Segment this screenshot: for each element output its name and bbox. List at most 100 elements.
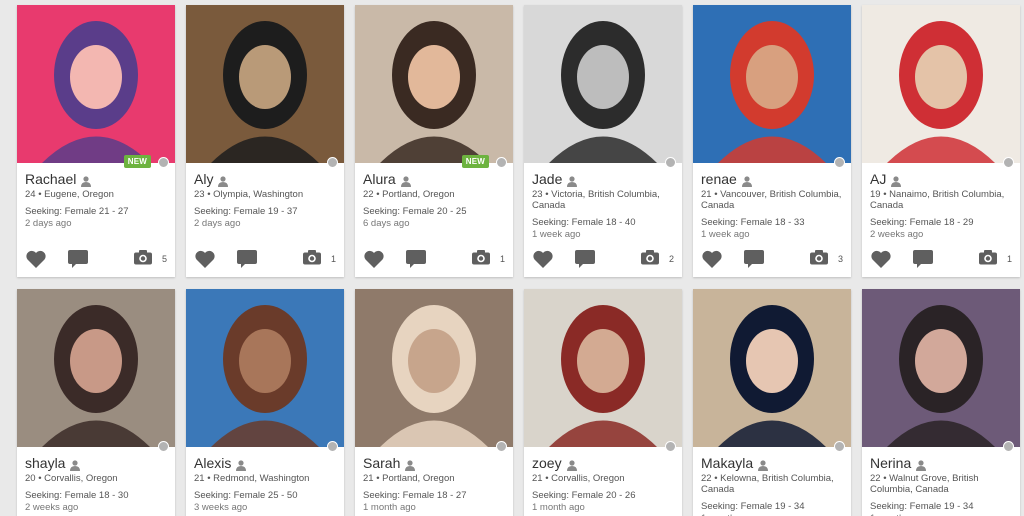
profile-name[interactable]: Alura bbox=[363, 171, 396, 187]
profile-photo[interactable] bbox=[524, 289, 682, 447]
card-actions: 3 bbox=[701, 249, 843, 269]
profile-name[interactable]: shayla bbox=[25, 455, 65, 471]
online-status-dot bbox=[834, 441, 845, 452]
profile-photo[interactable] bbox=[862, 289, 1020, 447]
profile-seeking: Seeking: Female 19 - 34 bbox=[870, 501, 974, 512]
profile-info: Aly 23 • Olympia, Washington Seeking: Fe… bbox=[194, 171, 338, 229]
profile-seeking: Seeking: Female 19 - 34 bbox=[701, 501, 805, 512]
name-row: renae bbox=[701, 171, 845, 187]
profile-card[interactable]: shayla 20 • Corvallis, Oregon Seeking: F… bbox=[17, 289, 175, 516]
profile-name[interactable]: renae bbox=[701, 171, 737, 187]
profile-photo[interactable] bbox=[524, 5, 682, 163]
profile-seeking: Seeking: Female 18 - 40 bbox=[532, 217, 636, 228]
card-actions: 1 bbox=[194, 249, 336, 269]
profile-seeking: Seeking: Female 19 - 37 bbox=[194, 206, 298, 217]
person-icon bbox=[218, 174, 229, 187]
person-icon bbox=[81, 174, 92, 187]
profile-card[interactable]: Aly 23 • Olympia, Washington Seeking: Fe… bbox=[186, 5, 344, 277]
chat-icon[interactable] bbox=[405, 249, 427, 274]
profile-seeking: Seeking: Female 18 - 30 bbox=[25, 490, 129, 501]
profile-name[interactable]: Jade bbox=[532, 171, 562, 187]
profile-photo[interactable] bbox=[355, 5, 513, 163]
profile-name[interactable]: Alexis bbox=[194, 455, 231, 471]
profile-location: 22 • Walnut Grove, British Columbia, Can… bbox=[870, 473, 979, 495]
person-icon bbox=[566, 458, 577, 471]
chat-icon[interactable] bbox=[574, 249, 596, 274]
online-status-dot bbox=[158, 157, 169, 168]
profile-card[interactable]: NEW Rachael 24 • Eugene, Oregon Seeking:… bbox=[17, 5, 175, 277]
profile-card[interactable]: NEW Alura 22 • Portland, Oregon Seeking:… bbox=[355, 5, 513, 277]
last-active: 6 days ago bbox=[363, 218, 410, 229]
profile-photo[interactable] bbox=[355, 289, 513, 447]
last-active: 2 weeks ago bbox=[25, 502, 79, 513]
person-icon bbox=[741, 174, 752, 187]
profile-photo[interactable] bbox=[862, 5, 1020, 163]
camera-icon[interactable] bbox=[809, 249, 829, 270]
chat-icon[interactable] bbox=[236, 249, 258, 274]
online-status-dot bbox=[1003, 157, 1014, 168]
profile-name[interactable]: Rachael bbox=[25, 171, 76, 187]
person-icon bbox=[236, 458, 247, 471]
profile-card[interactable]: AJ 19 • Nanaimo, British Columbia, Canad… bbox=[862, 5, 1020, 277]
last-active: 2 days ago bbox=[25, 218, 72, 229]
person-icon bbox=[405, 458, 416, 471]
profile-location: 23 • Victoria, British Columbia, Canada bbox=[532, 189, 660, 211]
profile-seeking: Seeking: Female 20 - 25 bbox=[363, 206, 467, 217]
chat-icon[interactable] bbox=[912, 249, 934, 274]
profile-info: AJ 19 • Nanaimo, British Columbia, Canad… bbox=[870, 171, 1014, 240]
heart-icon[interactable] bbox=[701, 249, 723, 274]
profile-card[interactable]: Jade 23 • Victoria, British Columbia, Ca… bbox=[524, 5, 682, 277]
profile-name[interactable]: AJ bbox=[870, 171, 886, 187]
chat-icon[interactable] bbox=[67, 249, 89, 274]
profile-photo[interactable] bbox=[17, 289, 175, 447]
profile-photo[interactable] bbox=[693, 289, 851, 447]
profile-seeking: Seeking: Female 18 - 29 bbox=[870, 217, 974, 228]
profile-card[interactable]: Sarah 21 • Portland, Oregon Seeking: Fem… bbox=[355, 289, 513, 516]
name-row: Alexis bbox=[194, 455, 338, 471]
profile-info: Nerina 22 • Walnut Grove, British Columb… bbox=[870, 455, 1014, 516]
profile-seeking: Seeking: Female 18 - 27 bbox=[363, 490, 467, 501]
last-active: 1 month ago bbox=[532, 502, 585, 513]
new-badge: NEW bbox=[123, 155, 151, 168]
camera-icon[interactable] bbox=[978, 249, 998, 270]
photo-count: 1 bbox=[330, 254, 336, 264]
profile-card[interactable]: renae 21 • Vancouver, British Columbia, … bbox=[693, 5, 851, 277]
profile-name[interactable]: Makayla bbox=[701, 455, 753, 471]
camera-icon[interactable] bbox=[133, 249, 153, 270]
photo-count: 2 bbox=[668, 254, 674, 264]
profile-card[interactable]: Nerina 22 • Walnut Grove, British Columb… bbox=[862, 289, 1020, 516]
profile-info: renae 21 • Vancouver, British Columbia, … bbox=[701, 171, 845, 240]
chat-icon[interactable] bbox=[743, 249, 765, 274]
heart-icon[interactable] bbox=[363, 249, 385, 274]
profile-card[interactable]: zoey 21 • Corvallis, Oregon Seeking: Fem… bbox=[524, 289, 682, 516]
profile-card[interactable]: Alexis 21 • Redmond, Washington Seeking:… bbox=[186, 289, 344, 516]
online-status-dot bbox=[327, 441, 338, 452]
profile-photo[interactable] bbox=[693, 5, 851, 163]
last-active: 3 weeks ago bbox=[194, 502, 248, 513]
last-active: 1 month ago bbox=[363, 502, 416, 513]
name-row: Aly bbox=[194, 171, 338, 187]
heart-icon[interactable] bbox=[25, 249, 47, 274]
heart-icon[interactable] bbox=[532, 249, 554, 274]
profile-name[interactable]: Nerina bbox=[870, 455, 911, 471]
profile-photo[interactable] bbox=[186, 289, 344, 447]
profile-location: 21 • Redmond, Washington bbox=[194, 473, 310, 484]
profile-name[interactable]: Sarah bbox=[363, 455, 400, 471]
camera-icon[interactable] bbox=[302, 249, 322, 270]
profile-location: 24 • Eugene, Oregon bbox=[25, 189, 114, 200]
profile-photo[interactable] bbox=[186, 5, 344, 163]
camera-icon[interactable] bbox=[471, 249, 491, 270]
profile-photo[interactable] bbox=[17, 5, 175, 163]
profile-location: 23 • Olympia, Washington bbox=[194, 189, 304, 200]
profile-location: 20 • Corvallis, Oregon bbox=[25, 473, 118, 484]
heart-icon[interactable] bbox=[194, 249, 216, 274]
photo-count: 3 bbox=[837, 254, 843, 264]
camera-icon[interactable] bbox=[640, 249, 660, 270]
heart-icon[interactable] bbox=[870, 249, 892, 274]
photo-count: 1 bbox=[1006, 254, 1012, 264]
profile-card[interactable]: Makayla 22 • Kelowna, British Columbia, … bbox=[693, 289, 851, 516]
profile-location: 22 • Portland, Oregon bbox=[363, 189, 455, 200]
profile-name[interactable]: Aly bbox=[194, 171, 213, 187]
profile-name[interactable]: zoey bbox=[532, 455, 562, 471]
person-icon bbox=[400, 174, 411, 187]
